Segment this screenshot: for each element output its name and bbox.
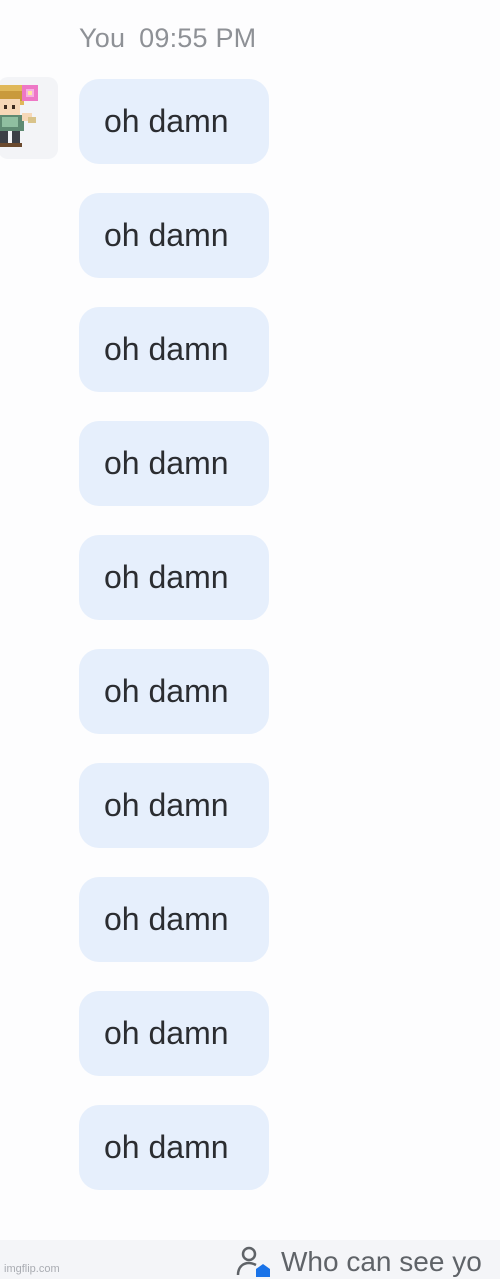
message-bubble[interactable]: oh damn (79, 991, 269, 1076)
message-bubble[interactable]: oh damn (79, 193, 269, 278)
sender-name: You (79, 22, 126, 53)
chat-footer: imgflip.com Who can see yo (0, 1240, 500, 1279)
message-bubble[interactable]: oh damn (79, 535, 269, 620)
message-header: You 09:55 PM (79, 20, 256, 56)
message-bubble[interactable]: oh damn (79, 649, 269, 734)
avatar[interactable] (0, 77, 58, 159)
message-list: oh damn oh damn oh damn oh damn oh damn … (79, 79, 269, 1190)
pixel-character-avatar-icon (0, 85, 38, 147)
message-bubble[interactable]: oh damn (79, 1105, 269, 1190)
message-bubble[interactable]: oh damn (79, 79, 269, 164)
watermark: imgflip.com (4, 1263, 60, 1275)
visibility-text: Who can see yo (281, 1246, 482, 1277)
message-bubble[interactable]: oh damn (79, 877, 269, 962)
person-visibility-icon (236, 1246, 270, 1277)
message-bubble[interactable]: oh damn (79, 763, 269, 848)
message-bubble[interactable]: oh damn (79, 421, 269, 506)
visibility-info[interactable]: Who can see yo (236, 1245, 482, 1279)
message-timestamp: 09:55 PM (139, 22, 257, 53)
message-bubble[interactable]: oh damn (79, 307, 269, 392)
